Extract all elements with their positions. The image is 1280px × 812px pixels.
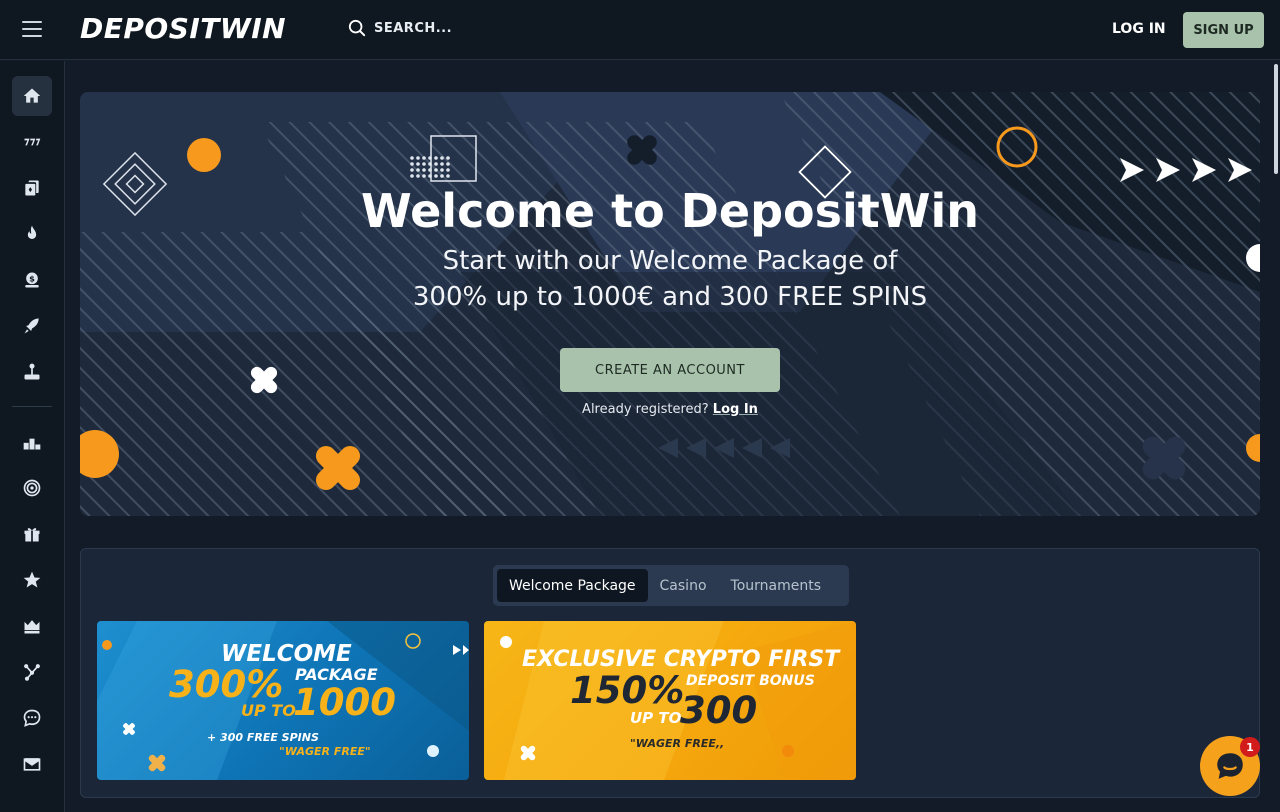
sidebar-divider — [12, 406, 52, 407]
signup-button[interactable]: SIGN UP — [1183, 12, 1264, 48]
create-account-button[interactable]: CREATE AN ACCOUNT — [560, 348, 780, 392]
tab-tournaments[interactable]: Tournaments — [719, 569, 833, 602]
tab-casino[interactable]: Casino — [648, 569, 719, 602]
site-logo[interactable]: DEPOSITWIN — [80, 12, 286, 45]
slots-777-icon[interactable] — [12, 122, 52, 162]
sidebar: $ — [0, 61, 65, 812]
search-label: SEARCH... — [374, 20, 453, 36]
podium-icon[interactable] — [12, 422, 52, 462]
already-registered-label: Already registered? — [582, 402, 709, 417]
hero-login-link[interactable]: Log In — [713, 402, 758, 417]
welcome-package-card[interactable]: WELCOME 300% PACKAGE UP TO 1000 + 300 FR… — [97, 621, 469, 780]
dollar-coin-icon[interactable]: $ — [12, 260, 52, 300]
card1-percent: 300% — [169, 663, 284, 706]
chat-icon — [1217, 753, 1243, 779]
scrollbar-thumb[interactable] — [1274, 64, 1278, 174]
rocket-icon[interactable] — [12, 306, 52, 346]
login-button[interactable]: LOG IN — [1112, 21, 1166, 37]
page-scrollbar[interactable] — [1272, 60, 1280, 812]
card2-percent: 150% — [570, 669, 685, 712]
top-header: DEPOSITWIN SEARCH... LOG IN SIGN UP — [0, 0, 1280, 60]
card2-wager-free: "WAGER FREE,, — [630, 737, 725, 750]
card1-amount: 1000 — [293, 681, 396, 724]
promotion-tabs: Welcome Package Casino Tournaments — [493, 565, 849, 606]
chat-notification-badge: 1 — [1240, 737, 1260, 757]
home-icon[interactable] — [12, 76, 52, 116]
chat-bubble-icon[interactable] — [12, 698, 52, 738]
card2-amount: 300 — [680, 689, 758, 732]
hero-subtitle-line2: 300% up to 1000€ and 300 FREE SPINS — [412, 282, 928, 312]
card2-upto: UP TO — [630, 709, 682, 727]
search-button[interactable]: SEARCH... — [348, 19, 452, 37]
promotions-panel: Welcome Package Casino Tournaments WELCO… — [80, 548, 1260, 798]
crypto-first-deposit-card[interactable]: EXCLUSIVE CRYPTO FIRST 150% DEPOSIT BONU… — [484, 621, 856, 780]
joystick-icon[interactable] — [12, 352, 52, 392]
search-icon — [348, 19, 366, 37]
fire-icon[interactable] — [12, 214, 52, 254]
hero-subtitle-line1: Start with our Welcome Package of — [442, 246, 898, 276]
network-icon[interactable] — [12, 652, 52, 692]
cards-icon[interactable] — [12, 168, 52, 208]
svg-text:$: $ — [29, 274, 35, 284]
hamburger-menu-icon[interactable] — [22, 21, 42, 37]
star-icon[interactable] — [12, 560, 52, 600]
hero-title: Welcome to DepositWin — [361, 184, 979, 238]
crown-icon[interactable] — [12, 606, 52, 646]
gift-icon[interactable] — [12, 514, 52, 554]
card1-wager-free: "WAGER FREE" — [279, 745, 371, 758]
card1-free-spins: + 300 FREE SPINS — [207, 731, 319, 744]
mail-icon[interactable] — [12, 744, 52, 784]
card2-deposit-bonus: DEPOSIT BONUS — [686, 673, 815, 689]
already-registered-text: Already registered? Log In — [80, 402, 1260, 417]
tab-welcome-package[interactable]: Welcome Package — [497, 569, 648, 602]
card1-upto: UP TO — [241, 701, 296, 720]
target-icon[interactable] — [12, 468, 52, 508]
hero-banner: Welcome to DepositWin Start with our Wel… — [80, 92, 1260, 516]
